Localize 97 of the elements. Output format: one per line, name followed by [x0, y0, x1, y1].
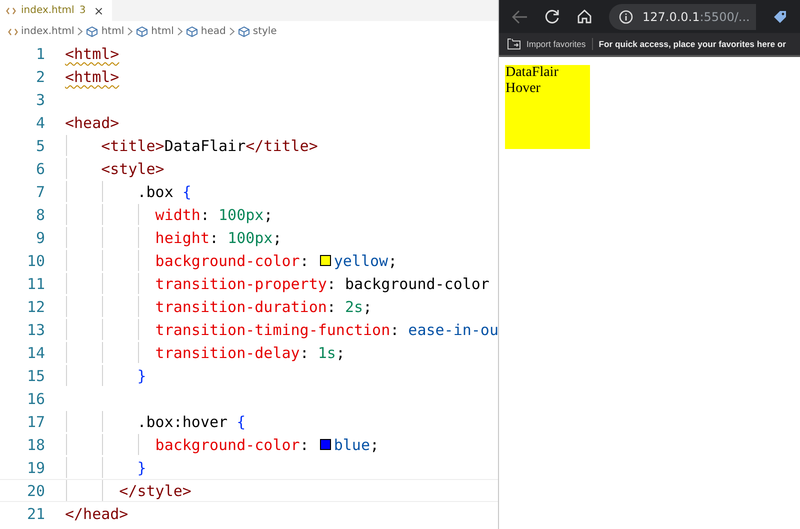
chevron-icon: [228, 27, 235, 36]
address-bar[interactable]: 127.0.0.1:5500/...: [609, 4, 756, 30]
code-tag: <head>: [65, 114, 120, 132]
chevron-icon: [176, 27, 183, 36]
code-text: :: [300, 252, 310, 270]
code-brace: }: [136, 366, 146, 384]
problem-count: 3: [79, 5, 86, 16]
line-number: 21: [26, 504, 45, 522]
line-number: 3: [34, 90, 45, 108]
code-file-icon: [8, 28, 18, 36]
code-property: transition-timing-function: [154, 320, 390, 338]
chevron-icon: [77, 27, 84, 36]
code-value: ease-in-ou: [408, 320, 498, 338]
code-number: 1s: [318, 344, 336, 362]
breadcrumb-item[interactable]: style: [252, 26, 277, 37]
box-text: Hover: [505, 81, 542, 97]
code-tag: </head>: [65, 504, 128, 522]
line-number: 4: [34, 114, 45, 132]
code-text: ;: [336, 344, 345, 362]
line-number: 13: [26, 320, 45, 338]
code-property: background-color: [154, 252, 300, 270]
code-property: transition-delay: [154, 344, 300, 362]
code-text: DataFlair: [164, 136, 246, 154]
line-number: 11: [26, 274, 45, 292]
code-text: :: [300, 436, 310, 454]
line-number: 14: [26, 344, 45, 362]
line-number: 17: [26, 412, 45, 430]
tag-icon[interactable]: [772, 10, 787, 24]
code-file-icon: [6, 6, 16, 14]
code-value: yellow: [334, 252, 388, 270]
code-tag: <html>: [65, 44, 120, 62]
cube-icon: [238, 26, 250, 37]
line-number: 19: [26, 458, 45, 476]
line-number: 9: [34, 228, 45, 246]
code-text: ;: [370, 436, 380, 454]
close-button[interactable]: ×: [94, 4, 104, 18]
code-tag: </style>: [65, 482, 192, 500]
color-swatch[interactable]: [320, 255, 331, 266]
code-property: background-color: [154, 436, 300, 454]
line-number: 12: [26, 298, 45, 316]
code-text: : background-color: [326, 274, 490, 292]
code-text: :: [390, 320, 400, 338]
code-number: 100px: [228, 228, 273, 246]
code-text: :: [300, 344, 310, 362]
code-value: blue: [334, 436, 370, 454]
line-number: 16: [26, 390, 45, 408]
code-brace: {: [236, 412, 246, 430]
code-property: width: [154, 206, 200, 224]
box-text: DataFlair: [505, 65, 560, 81]
code-text: :: [200, 206, 210, 224]
import-favorites-button[interactable]: Import favorites: [507, 38, 593, 50]
code-text: ;: [363, 298, 372, 316]
cube-icon: [136, 26, 148, 37]
code-text: ;: [388, 252, 398, 270]
folder-import-icon: [507, 38, 522, 50]
color-swatch[interactable]: [320, 439, 331, 450]
breadcrumb-item[interactable]: head: [200, 26, 226, 37]
line-number: 10: [26, 252, 45, 270]
favorites-hint: For quick access, place your favorites here or: [598, 39, 786, 49]
code-tag: <style>: [65, 160, 164, 178]
line-number: 20: [26, 482, 45, 500]
line-number: 5: [34, 136, 45, 154]
breadcrumb-item[interactable]: index.html: [21, 26, 74, 37]
editor-tab[interactable]: index.html 3 ×: [0, 0, 112, 21]
code-property: transition-property: [154, 274, 327, 292]
breadcrumb-item[interactable]: html: [101, 26, 124, 37]
code-text: :: [210, 228, 220, 246]
code-text: .box: [136, 182, 174, 200]
code-property: transition-duration: [154, 298, 327, 316]
cube-icon: [186, 26, 198, 37]
refresh-icon[interactable]: [545, 9, 560, 24]
breadcrumb-item[interactable]: html: [151, 26, 174, 37]
line-number: 1: [34, 44, 45, 62]
line-number: 2: [34, 68, 45, 86]
code-text: ;: [272, 228, 282, 246]
line-number: 6: [34, 160, 45, 178]
code-brace: }: [136, 458, 146, 476]
back-icon[interactable]: [512, 10, 528, 24]
line-number: 8: [34, 206, 45, 224]
code-tag: </title>: [246, 136, 318, 154]
code-number: 100px: [218, 206, 264, 224]
home-icon[interactable]: [577, 9, 592, 24]
code-number: 2s: [344, 298, 364, 316]
line-number: 18: [26, 436, 45, 454]
cube-icon: [86, 26, 98, 37]
code-text: .box:hover: [136, 412, 229, 430]
line-number: 7: [34, 182, 45, 200]
chevron-icon: [127, 27, 134, 36]
code-tag: <html>: [65, 68, 120, 86]
line-number: 15: [26, 366, 45, 384]
code-tag: <title>: [65, 136, 164, 154]
code-text: ;: [264, 206, 273, 224]
info-icon: [619, 10, 634, 24]
code-property: height: [154, 228, 210, 246]
tab-label: index.html: [21, 5, 74, 16]
code-brace: {: [182, 182, 192, 200]
code-text: :: [326, 298, 337, 316]
